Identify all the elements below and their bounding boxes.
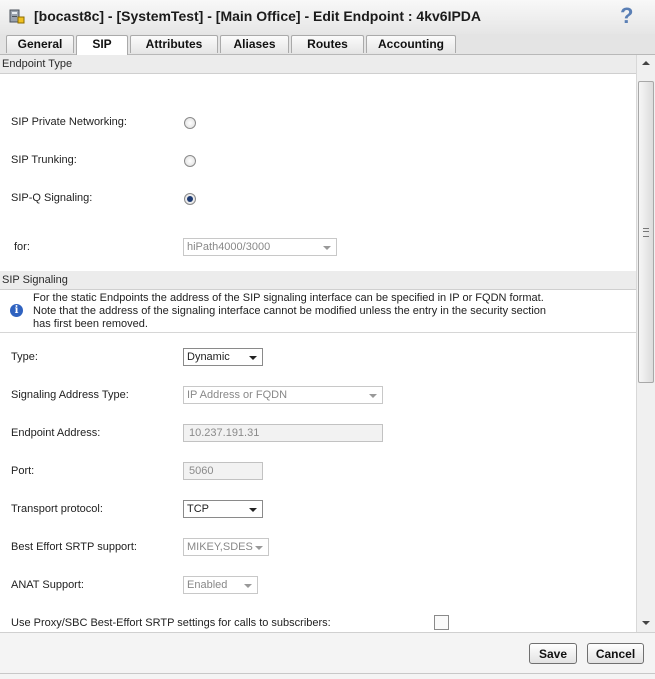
for-select[interactable]: hiPath4000/3000: [183, 238, 337, 256]
grip-icon: [643, 228, 649, 237]
anat-support-label: ANAT Support:: [11, 579, 84, 591]
info-line: Note that the address of the signaling i…: [33, 305, 547, 317]
type-label: Type:: [11, 351, 38, 363]
signaling-address-type-label: Signaling Address Type:: [11, 389, 129, 401]
sip-signaling-header: SIP Signaling: [0, 271, 636, 290]
info-line: has first been removed.: [33, 318, 148, 330]
window-title: [bocast8c] - [SystemTest] - [Main Office…: [34, 8, 482, 24]
type-select[interactable]: Dynamic: [183, 348, 263, 366]
signaling-address-type-select[interactable]: IP Address or FQDN: [183, 386, 383, 404]
endpoint-address-field[interactable]: 10.237.191.31: [183, 424, 383, 442]
endpoint-type-header: Endpoint Type: [0, 55, 636, 74]
transport-protocol-label: Transport protocol:: [11, 503, 103, 515]
proxy-srtp-label: Use Proxy/SBC Best-Effort SRTP settings …: [11, 617, 331, 629]
radio-selected-dot: [187, 196, 193, 202]
sip-private-networking-radio[interactable]: [184, 117, 196, 129]
chevron-down-icon: [249, 356, 257, 360]
divider: [0, 673, 655, 674]
chevron-down-icon: [244, 584, 252, 588]
tab-accounting[interactable]: Accounting: [366, 35, 456, 53]
dialog-footer: Save Cancel: [0, 632, 655, 679]
transport-protocol-select[interactable]: TCP: [183, 500, 263, 518]
proxy-srtp-checkbox[interactable]: [434, 615, 449, 630]
port-label: Port:: [11, 465, 35, 477]
anat-support-value: Enabled: [187, 579, 228, 591]
chevron-down-icon: [249, 508, 257, 512]
srtp-support-label: Best Effort SRTP support:: [11, 541, 137, 553]
transport-protocol-value: TCP: [187, 503, 209, 515]
chevron-down-icon: [369, 394, 377, 398]
srtp-support-value: MIKEY,SDES: [187, 541, 253, 553]
save-button[interactable]: Save: [529, 643, 577, 664]
scroll-down-arrow-icon[interactable]: [637, 615, 655, 632]
cancel-button[interactable]: Cancel: [587, 643, 644, 664]
tab-routes[interactable]: Routes: [291, 35, 364, 53]
endpoint-app-icon: [9, 9, 25, 24]
tab-bar: General SIP Attributes Aliases Routes Ac…: [0, 34, 655, 55]
help-icon[interactable]: ?: [620, 3, 633, 29]
sip-private-networking-label: SIP Private Networking:: [11, 116, 127, 128]
type-select-value: Dynamic: [187, 351, 230, 363]
tab-general[interactable]: General: [6, 35, 74, 53]
chevron-down-icon: [323, 246, 331, 250]
for-select-value: hiPath4000/3000: [187, 241, 271, 253]
sip-trunking-label: SIP Trunking:: [11, 154, 77, 166]
anat-support-select[interactable]: Enabled: [183, 576, 258, 594]
sip-tab-content: Endpoint Type SIP Private Networking: SI…: [0, 55, 636, 632]
scroll-up-arrow-icon[interactable]: [637, 55, 655, 72]
info-icon: i: [10, 304, 23, 317]
sip-q-signaling-radio[interactable]: [184, 193, 196, 205]
tab-aliases[interactable]: Aliases: [220, 35, 289, 53]
endpoint-address-label: Endpoint Address:: [11, 427, 101, 439]
signaling-address-type-value: IP Address or FQDN: [187, 389, 288, 401]
sip-q-signaling-label: SIP-Q Signaling:: [11, 192, 93, 204]
chevron-down-icon: [255, 546, 263, 550]
divider: [0, 332, 636, 333]
title-bar: [bocast8c] - [SystemTest] - [Main Office…: [0, 0, 655, 34]
srtp-support-select[interactable]: MIKEY,SDES: [183, 538, 269, 556]
for-label: for:: [14, 241, 30, 253]
info-line: For the static Endpoints the address of …: [33, 292, 544, 304]
sip-trunking-radio[interactable]: [184, 155, 196, 167]
scroll-thumb[interactable]: [638, 81, 654, 383]
tab-attributes[interactable]: Attributes: [130, 35, 218, 53]
vertical-scrollbar[interactable]: [636, 55, 655, 632]
tab-sip[interactable]: SIP: [76, 35, 128, 55]
sip-signaling-info: For the static Endpoints the address of …: [33, 292, 593, 331]
port-field[interactable]: 5060: [183, 462, 263, 480]
